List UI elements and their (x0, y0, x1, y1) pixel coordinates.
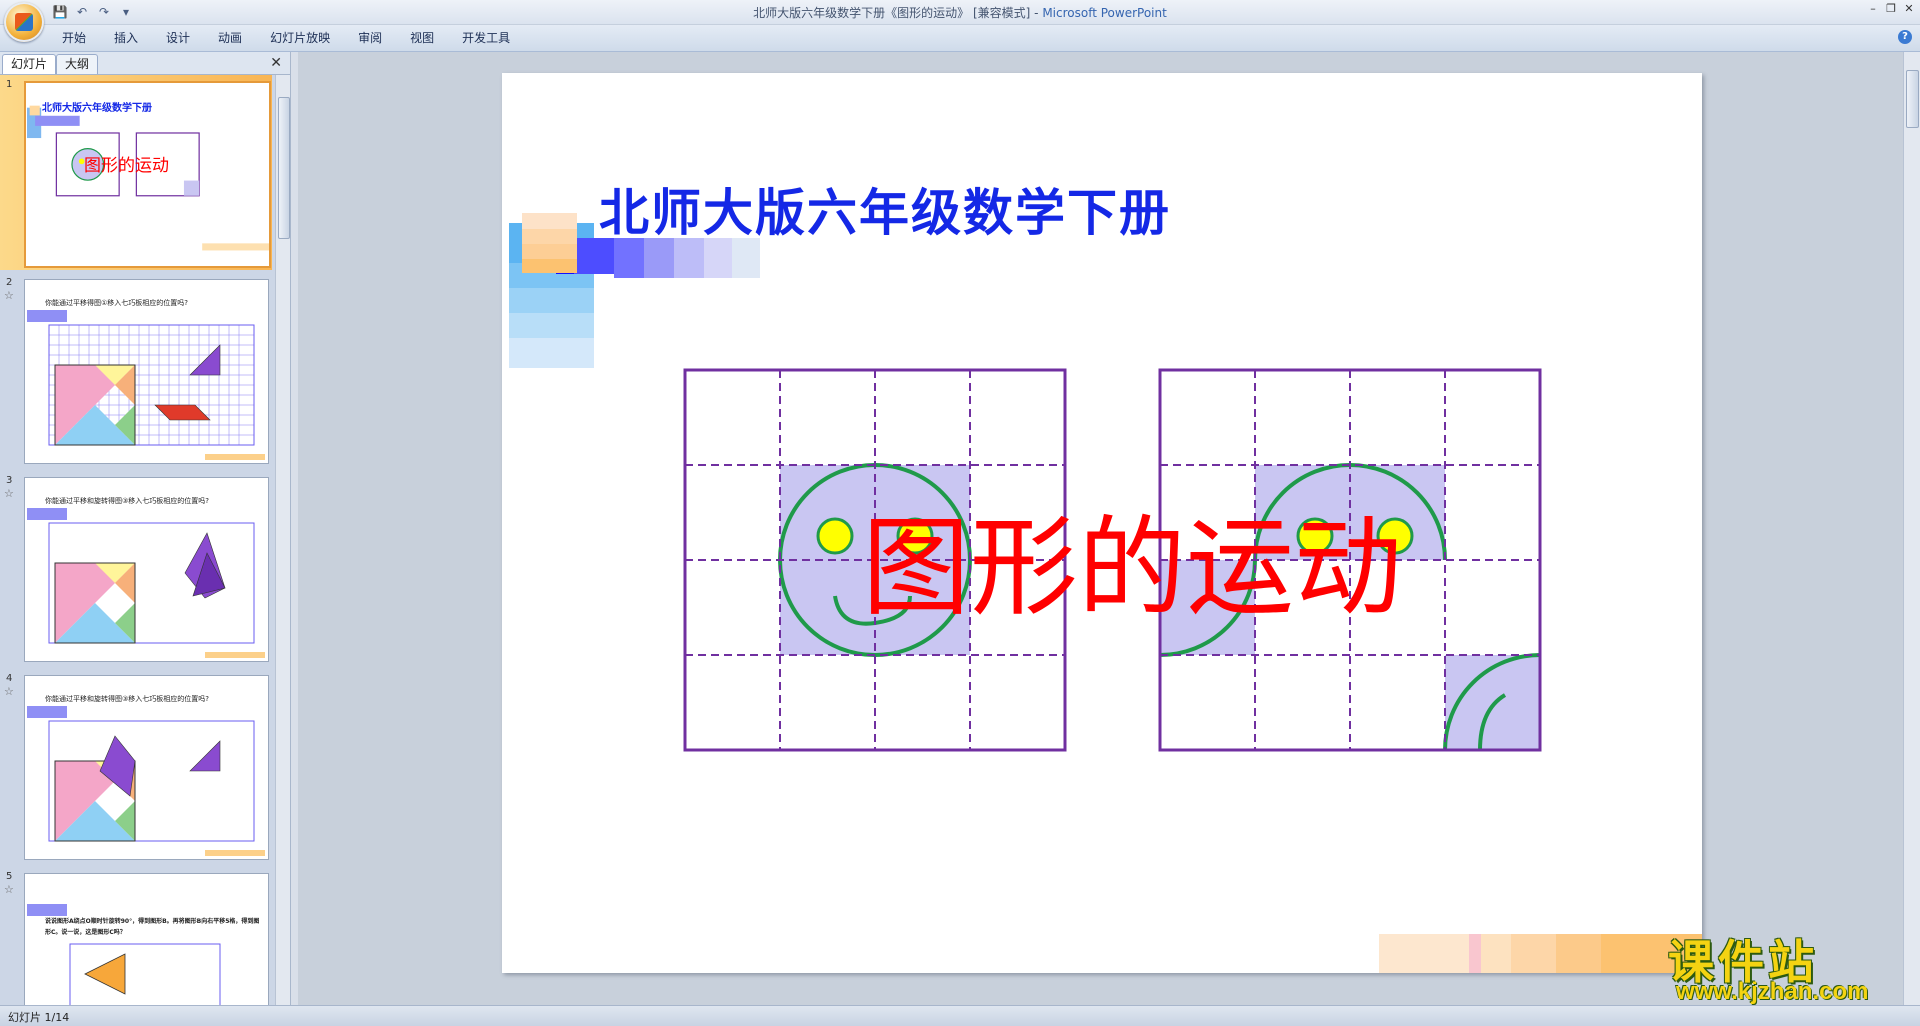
slide-number: 3 (6, 475, 13, 486)
thumbnail-list: 1 北师大版六年级数学下册 图形的运动 2 ☆ 你能通过平移得图①移入七巧板相应… (0, 75, 272, 1005)
ribbon-tabs: 开始 插入 设计 动画 幻灯片放映 审阅 视图 开发工具 (48, 25, 524, 51)
slide-number: 2 (6, 277, 13, 288)
tab-review[interactable]: 审阅 (344, 25, 396, 51)
slide-title[interactable]: 北师大版六年级数学下册 (599, 173, 1171, 245)
slides-pane: 幻灯片 大纲 ✕ 1 北师大版六年级数学下册 图形的运动 2 ☆ 你能通过平移得… (0, 52, 291, 1005)
tab-developer[interactable]: 开发工具 (448, 25, 524, 51)
slide-thumbnail-5[interactable]: 5 ☆ 说说图形A绕点O顺时针旋转90°，得到图形B。再将图形B向右平移5格，得… (0, 867, 272, 1005)
watermark-url: www.kjzhan.com (1676, 978, 1869, 1005)
tab-slides[interactable]: 幻灯片 (2, 54, 57, 74)
slide-number: 1 (6, 79, 13, 90)
thumbnail-scrollbar[interactable] (275, 75, 290, 1005)
tab-outline[interactable]: 大纲 (56, 54, 99, 74)
animation-star-icon: ☆ (4, 685, 14, 698)
thumb-title: 北师大版六年级数学下册 (42, 103, 152, 114)
window-controls: – ❐ ✕ (1866, 2, 1916, 16)
thumb5-graphic (27, 904, 221, 1005)
watermark-logo: 课件站 www.kjzhan.com (1668, 926, 1900, 1005)
tab-home[interactable]: 开始 (48, 25, 100, 51)
thumb-caption: 你能通过平移和旋转得图③移入七巧板相应的位置吗? (45, 695, 209, 703)
tab-slideshow[interactable]: 幻灯片放映 (256, 25, 344, 51)
animation-star-icon: ☆ (4, 487, 14, 500)
animation-star-icon: ☆ (4, 289, 14, 302)
thumb-caption: 你能通过平移和旋转得图③移入七巧板相应的位置吗? (45, 497, 209, 505)
slide-scrollbar[interactable] (1903, 52, 1920, 1005)
slide-number: 4 (6, 673, 13, 684)
tab-view[interactable]: 视图 (396, 25, 448, 51)
thumbnail-preview: 你能通过平移和旋转得图③移入七巧板相应的位置吗? (24, 675, 269, 860)
slide-count-status: 幻灯片 1/14 (8, 1011, 70, 1024)
pane-tabs: 幻灯片 大纲 ✕ (0, 52, 290, 75)
slide-thumbnail-3[interactable]: 3 ☆ 你能通过平移和旋转得图③移入七巧板相应的位置吗? (0, 471, 272, 666)
slide-thumbnail-2[interactable]: 2 ☆ 你能通过平移得图①移入七巧板相应的位置吗? (0, 273, 272, 468)
scroll-thumb[interactable] (278, 97, 290, 239)
restore-button[interactable]: ❐ (1884, 2, 1898, 16)
thumbnail-preview: 你能通过平移得图①移入七巧板相应的位置吗? (24, 279, 269, 464)
office-button[interactable] (4, 2, 44, 42)
thumbnail-preview: 说说图形A绕点O顺时针旋转90°，得到图形B。再将图形B向右平移5格，得到图形C… (24, 873, 269, 1005)
slide[interactable]: 北师大版六年级数学下册 图形的运动 (502, 73, 1702, 973)
slide-thumbnail-4[interactable]: 4 ☆ 你能通过平移和旋转得图③移入七巧板相应的位置吗? (0, 669, 272, 864)
tab-animations[interactable]: 动画 (204, 25, 256, 51)
close-pane-icon[interactable]: ✕ (270, 55, 282, 71)
slide-thumbnail-1[interactable]: 1 北师大版六年级数学下册 图形的运动 (0, 75, 272, 270)
thumb-caption: 你能通过平移得图①移入七巧板相应的位置吗? (45, 299, 188, 307)
slide-number: 5 (6, 871, 13, 882)
thumbnail-preview: 北师大版六年级数学下册 图形的运动 (24, 81, 271, 268)
office-logo-icon (15, 13, 33, 31)
minimize-button[interactable]: – (1866, 2, 1880, 16)
document-title: 北师大版六年级数学下册《图形的运动》 [兼容模式] - (753, 6, 1043, 20)
scroll-thumb[interactable] (1906, 70, 1919, 128)
help-icon[interactable]: ? (1898, 30, 1912, 44)
window-title: 北师大版六年级数学下册《图形的运动》 [兼容模式] - Microsoft Po… (0, 4, 1920, 21)
tab-design[interactable]: 设计 (152, 25, 204, 51)
slide-overlay-text[interactable]: 图形的运动 (862, 481, 1402, 637)
title-bar: 💾 ↶ ↷ ▾ 北师大版六年级数学下册《图形的运动》 [兼容模式] - Micr… (0, 0, 1920, 25)
status-bar: 幻灯片 1/14 (0, 1005, 1920, 1026)
corner-decoration (1379, 934, 1702, 973)
animation-star-icon: ☆ (4, 883, 14, 896)
tab-insert[interactable]: 插入 (100, 25, 152, 51)
thumb-overlay: 图形的运动 (84, 156, 169, 176)
ribbon: 开始 插入 设计 动画 幻灯片放映 审阅 视图 开发工具 ? (0, 25, 1920, 52)
app-name: Microsoft PowerPoint (1042, 6, 1167, 20)
close-button[interactable]: ✕ (1902, 2, 1916, 16)
thumb-caption: 说说图形A绕点O顺时针旋转90°，得到图形B。再将图形B向右平移5格，得到图形C… (45, 918, 260, 936)
thumbnail-preview: 你能通过平移和旋转得图③移入七巧板相应的位置吗? (24, 477, 269, 662)
